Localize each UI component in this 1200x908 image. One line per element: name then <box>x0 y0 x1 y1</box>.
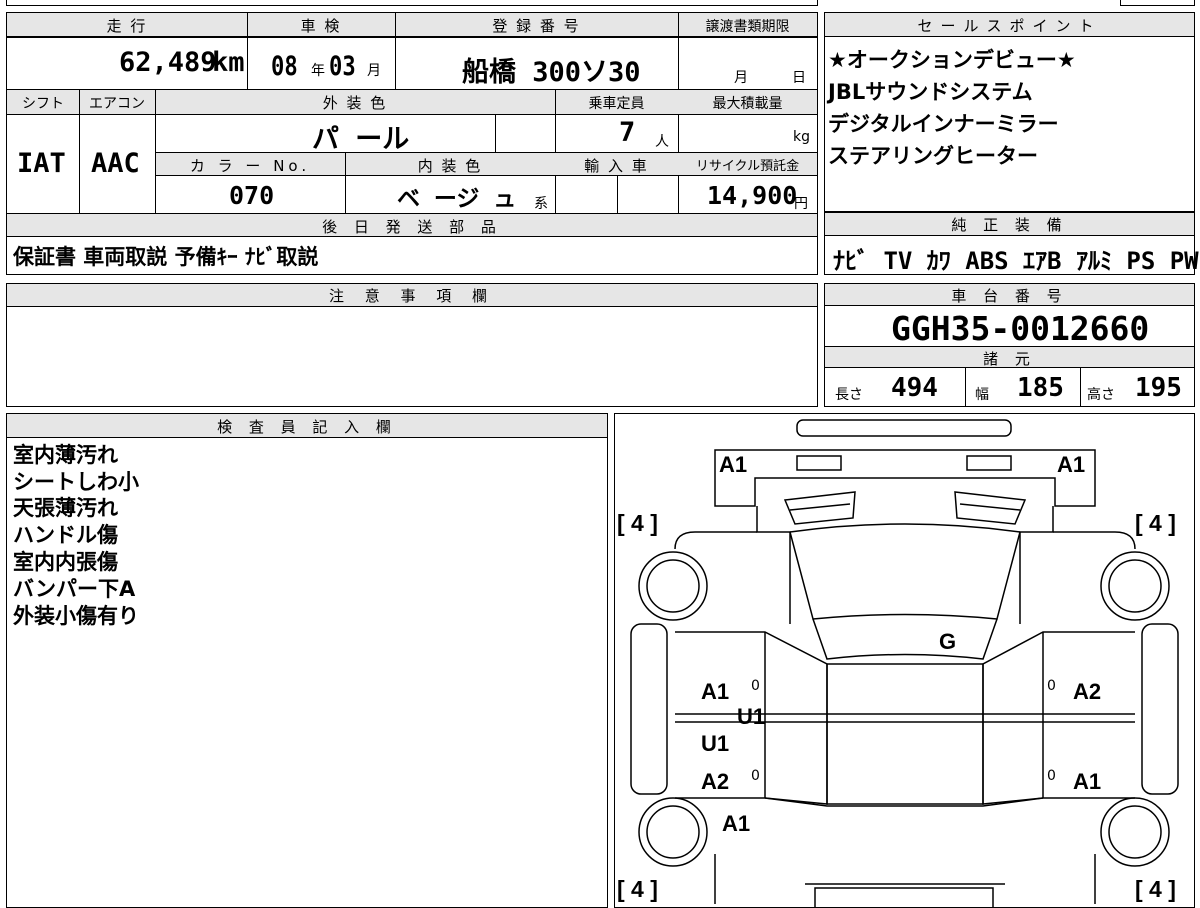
damage-mark: A1 <box>722 811 751 836</box>
height-value: 195 <box>1135 373 1182 403</box>
specs-label: 諸 元 <box>983 350 1036 368</box>
zero-mark: 0 <box>1047 768 1056 784</box>
zero-mark: 0 <box>751 768 760 784</box>
transfer-deadline-label: 譲渡書類期限 <box>705 19 790 35</box>
zero-mark: 0 <box>751 678 760 694</box>
sales-points-box: セールスポイント ★オークションデビュー★ JBLサウンドシステム デジタルイン… <box>824 12 1195 212</box>
inspector-box: 検 査 員 記 入 欄 室内薄汚れ シートしわ小 天張薄汚れ ハンドル傷 室内内… <box>6 413 608 908</box>
tire-tread-mark: [ 4 ] <box>617 876 658 902</box>
sales-point-item: ★オークションデビュー★ <box>828 48 1076 72</box>
exterior-color-label: 外 装 色 <box>322 94 388 112</box>
sales-point-item: ステアリングヒーター <box>828 144 1038 168</box>
height-label: 高さ <box>1087 387 1115 403</box>
width-value: 185 <box>1017 373 1064 403</box>
transfer-day-unit: 日 <box>792 70 806 86</box>
inspection-label: 車 検 <box>300 17 342 35</box>
transfer-month-unit: 月 <box>734 70 748 86</box>
registration-number: 船橋 300ソ30 <box>462 57 641 88</box>
later-parts-label: 後 日 発 送 部 品 <box>322 218 502 236</box>
damage-mark: A1 <box>1073 769 1102 794</box>
damage-mark: A2 <box>1073 679 1102 704</box>
import-label: 輸 入 車 <box>584 157 649 175</box>
width-label: 幅 <box>975 387 989 403</box>
top-clipped-strip <box>6 0 818 6</box>
damage-mark: A1 <box>1057 452 1086 477</box>
capacity-value: 7 <box>619 117 636 148</box>
equipment-items: ﾅﾋﾞ TV ｶﾜ ABS ｴｱB ｱﾙﾐ PS PW <box>833 247 1199 275</box>
recycle-unit: 円 <box>794 196 808 212</box>
damage-mark: U1 <box>737 704 766 729</box>
inspector-comment: 外装小傷有り <box>13 604 139 628</box>
notes-box: 注 意 事 項 欄 <box>6 283 818 407</box>
sales-points-label: セールスポイント <box>917 17 1102 35</box>
max-load-unit: kg <box>793 129 810 145</box>
zero-mark: 0 <box>1047 678 1056 694</box>
shift-label: シフト <box>22 96 64 112</box>
damage-mark: A2 <box>701 769 730 794</box>
mileage-unit: km <box>212 47 245 78</box>
chassis-label: 車 台 番 号 <box>951 287 1068 305</box>
sales-point-item: デジタルインナーミラー <box>828 112 1059 136</box>
capacity-unit: 人 <box>655 134 669 150</box>
mileage-value: 62,489 <box>119 47 217 78</box>
equipment-label: 純 正 装 備 <box>951 216 1068 234</box>
capacity-label: 乗車定員 <box>588 96 645 112</box>
damage-mark: U1 <box>701 731 730 756</box>
inspector-comment: 室内薄汚れ <box>13 443 118 467</box>
max-load-label: 最大積載量 <box>712 96 783 112</box>
vehicle-info-table: 走 行 車 検 登 録 番 号 譲渡書類期限 62,489 km 08 年 03 月 … <box>6 12 818 275</box>
damage-mark: A1 <box>719 452 748 477</box>
registration-label: 登 録 番 号 <box>492 17 581 35</box>
tire-tread-mark: [ 4 ] <box>617 510 658 536</box>
exterior-color-value: パ ール <box>312 124 410 155</box>
shift-value: IAT <box>17 148 66 179</box>
tire-tread-mark: [ 4 ] <box>1135 876 1176 902</box>
aircon-value: AAC <box>91 148 140 179</box>
length-label: 長さ <box>835 387 863 403</box>
inspector-label: 検 査 員 記 入 欄 <box>217 418 397 436</box>
color-no-label: カ ラ ー No. <box>189 157 311 175</box>
inspection-date: 08 年 03 月 <box>271 51 381 82</box>
inspector-comment: 室内内張傷 <box>13 550 118 574</box>
damage-diagram-box: A1 A1 G A1 U1 U1 A2 A1 A2 A1 0 0 0 0 [ 4… <box>614 413 1195 908</box>
interior-color-label: 内 装 色 <box>417 157 483 175</box>
inspector-comment: バンパー下A <box>13 577 136 601</box>
color-no-value: 070 <box>229 181 275 210</box>
notes-label: 注 意 事 項 欄 <box>328 287 496 305</box>
recycle-label: リサイクル預託金 <box>695 159 800 174</box>
interior-color-suffix: 系 <box>534 196 548 212</box>
interior-color-value: ベ ージ ュ <box>397 186 517 212</box>
chassis-box: 車 台 番 号 GGH35-0012660 諸 元 長さ 494 幅 185 高… <box>824 283 1195 407</box>
car-body-diagram <box>630 419 1179 907</box>
tire-tread-mark: [ 4 ] <box>1135 510 1176 536</box>
damage-mark: A1 <box>701 679 730 704</box>
equipment-box: 純 正 装 備 ﾅﾋﾞ TV ｶﾜ ABS ｴｱB ｱﾙﾐ PS PW <box>824 212 1199 275</box>
top-clipped-strip-right <box>1120 0 1195 6</box>
length-value: 494 <box>891 373 938 403</box>
inspector-comment: 天張薄汚れ <box>13 496 118 520</box>
inspector-comment: シートしわ小 <box>13 470 139 494</box>
chassis-number: GGH35-0012660 <box>891 309 1150 348</box>
inspector-comment: ハンドル傷 <box>13 523 118 547</box>
recycle-fee-value: 14,900 <box>707 181 798 210</box>
mileage-label: 走 行 <box>106 17 148 35</box>
damage-mark: G <box>939 629 957 654</box>
later-parts-items: 保証書 車両取説 予備ｷｰ ﾅﾋﾞ取説 <box>13 245 319 269</box>
sales-point-item: JBLサウンドシステム <box>828 80 1033 104</box>
aircon-label: エアコン <box>89 96 145 112</box>
